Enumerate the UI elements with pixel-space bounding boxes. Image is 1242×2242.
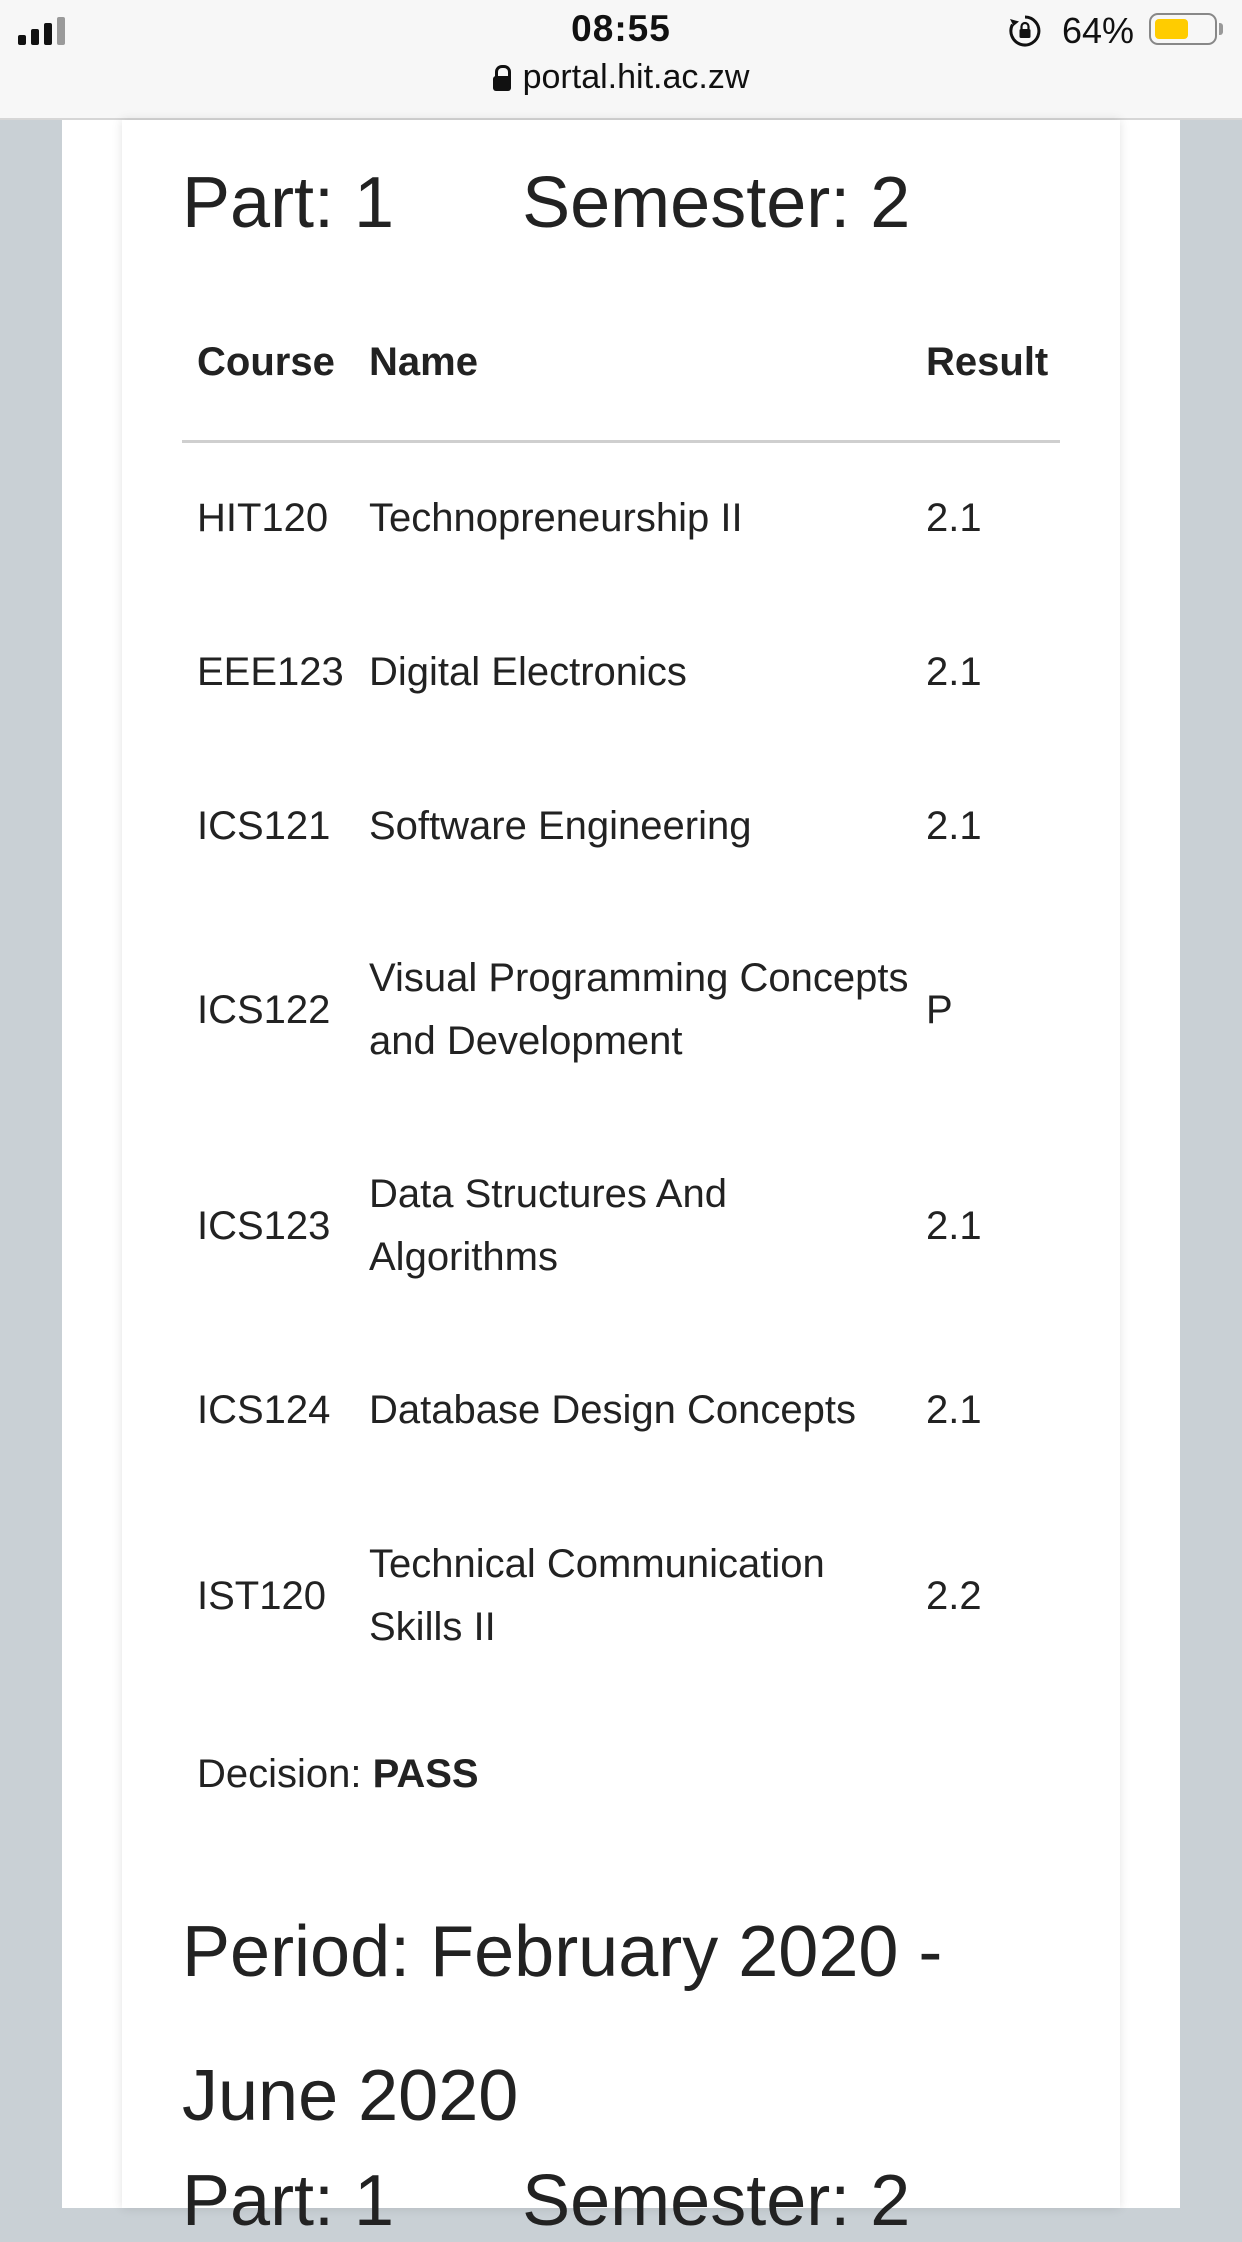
table-row: ICS122 Visual Programming Concepts and D… xyxy=(182,920,1060,1100)
decision-line: Decision: PASS xyxy=(197,1752,479,1797)
course-name: Software Engineering xyxy=(369,803,752,848)
course-name: Database Design Concepts xyxy=(369,1387,856,1432)
course-name: Data Structures And Algorithms xyxy=(369,1172,727,1279)
lock-icon xyxy=(492,64,511,91)
status-bar: 08:55 portal.hit.ac.zw 64% xyxy=(0,0,1242,120)
period-heading: Period: February 2020 - June 2020 xyxy=(182,1912,943,2136)
table-row: ICS123 Data Structures And Algorithms 2.… xyxy=(182,1136,1060,1316)
table-row: ICS124 Database Design Concepts 2.1 xyxy=(182,1350,1060,1470)
url-text: portal.hit.ac.zw xyxy=(522,58,750,96)
decision-value: PASS xyxy=(372,1752,479,1796)
course-result: P xyxy=(926,987,953,1032)
course-result: 2.1 xyxy=(926,1387,982,1432)
course-code: ICS123 xyxy=(197,1203,331,1248)
battery-level-fill xyxy=(1155,19,1188,39)
course-code: IST120 xyxy=(197,1573,326,1618)
part-label: Part: 1 xyxy=(182,2161,395,2241)
course-code: ICS122 xyxy=(197,987,331,1032)
course-result: 2.2 xyxy=(926,1573,982,1618)
course-result: 2.1 xyxy=(926,1203,982,1248)
column-header-result: Result xyxy=(926,340,1049,384)
course-name: Technopreneurship II xyxy=(369,495,743,540)
section-heading: Part: 1 Semester: 2 xyxy=(182,162,910,244)
course-code: HIT120 xyxy=(197,495,329,540)
course-result: 2.1 xyxy=(926,495,982,540)
part-label: Part: 1 xyxy=(182,163,395,243)
table-row: IST120 Technical Communication Skills II… xyxy=(182,1506,1060,1686)
address-bar[interactable]: portal.hit.ac.zw xyxy=(0,58,1242,97)
rotation-lock-icon xyxy=(1009,15,1041,47)
course-result: 2.1 xyxy=(926,649,982,694)
course-name: Visual Programming Concepts and Developm… xyxy=(369,956,909,1063)
course-result: 2.1 xyxy=(926,803,982,848)
course-code: EEE123 xyxy=(197,649,344,694)
table-header-divider xyxy=(182,440,1060,443)
table-row: ICS121 Software Engineering 2.1 xyxy=(182,766,1060,886)
table-row: HIT120 Technopreneurship II 2.1 xyxy=(182,458,1060,578)
course-code: ICS124 xyxy=(197,1387,331,1432)
course-name: Technical Communication Skills II xyxy=(369,1542,825,1649)
semester-label: Semester: 2 xyxy=(522,2161,911,2241)
battery-icon xyxy=(1149,13,1223,45)
status-time: 08:55 xyxy=(571,8,671,49)
table-row: EEE123 Digital Electronics 2.1 xyxy=(182,612,1060,732)
decision-label: Decision: xyxy=(197,1752,362,1796)
battery-percent: 64% xyxy=(1062,10,1135,51)
next-section-heading: Part: 1 Semester: 2 xyxy=(182,2160,910,2242)
course-code: ICS121 xyxy=(197,803,331,848)
semester-label: Semester: 2 xyxy=(522,163,911,243)
column-header-name: Name xyxy=(369,340,478,384)
course-name: Digital Electronics xyxy=(369,649,687,694)
column-header-course: Course xyxy=(197,340,335,384)
